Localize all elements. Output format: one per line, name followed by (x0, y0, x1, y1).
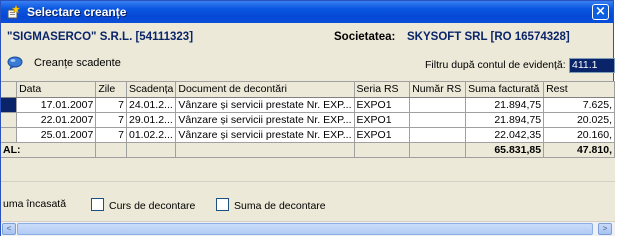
cell-numar-rs[interactable] (409, 112, 467, 128)
speech-bubble-icon[interactable] (7, 56, 23, 70)
cell-document[interactable]: Vânzare și servicii prestate Nr. EXP... (175, 112, 355, 128)
societatea-value: SKYSOFT SRL [RO 16574328] (407, 31, 570, 43)
filtru-cont-input[interactable]: 411.1 (569, 58, 615, 73)
creante-table: Data Zile Scadența Document de decontări… (1, 82, 615, 158)
cell-rest[interactable]: 20.025, (543, 112, 615, 128)
cell-zile[interactable]: 7 (95, 127, 127, 143)
chevron-right-icon: > (602, 224, 608, 233)
cell-rest[interactable]: 20.160, (543, 127, 615, 143)
cell-data[interactable]: 25.01.2007 (16, 127, 97, 143)
cell-seria-rs[interactable]: EXPO1 (354, 97, 411, 113)
col-header-suma-facturata[interactable]: Suma facturată (465, 82, 545, 98)
suma-incasata-label[interactable]: uma încasată (3, 198, 66, 210)
curs-decontare-checkbox[interactable] (91, 198, 104, 211)
filtru-label: Filtru după contul de evidență: (425, 59, 566, 71)
selectare-creante-window: Selectare creanțe × "SIGMASERCO" S.R.L. … (0, 0, 615, 236)
chevron-left-icon: < (6, 224, 12, 233)
row-indicator-selected[interactable] (1, 97, 18, 113)
client-name: "SIGMASERCO" S.R.L. [54111323] (7, 31, 194, 43)
cell-seria-rs[interactable]: EXPO1 (354, 112, 411, 128)
cell-scadenta[interactable]: 24.01.2... (126, 97, 177, 113)
cell-document[interactable]: Vânzare și servicii prestate Nr. EXP... (175, 97, 355, 113)
col-header-document[interactable]: Document de decontări (175, 82, 355, 98)
suma-decontare-checkbox[interactable] (216, 198, 229, 211)
close-button[interactable]: × (592, 4, 609, 20)
table-row[interactable]: 17.01.2007 7 24.01.2... Vânzare și servi… (1, 97, 615, 113)
options-panel: uma încasată Curs de decontare Suma de d… (1, 181, 615, 222)
col-header-data[interactable]: Data (16, 82, 97, 98)
total-label: AL: (1, 142, 97, 158)
table-row[interactable]: 22.01.2007 7 29.01.2... Vânzare și servi… (1, 112, 615, 128)
cell-data[interactable]: 22.01.2007 (16, 112, 97, 128)
scroll-right-button[interactable]: > (598, 223, 612, 235)
curs-decontare-label: Curs de decontare (109, 200, 196, 212)
toolbar-row: Creanțe scadente Filtru după contul de e… (1, 51, 615, 81)
table-row[interactable]: 25.01.2007 7 01.02.2... Vânzare și servi… (1, 127, 615, 143)
total-suma-facturata: 65.831,85 (465, 142, 545, 158)
row-indicator-header (1, 82, 18, 98)
cell-zile[interactable]: 7 (95, 97, 127, 113)
creante-grid[interactable]: Data Zile Scadența Document de decontări… (1, 81, 615, 182)
curs-decontare-option[interactable]: Curs de decontare (91, 198, 195, 212)
header-row-grid: Data Zile Scadența Document de decontări… (1, 82, 615, 98)
col-header-numar-rs[interactable]: Număr RS (409, 82, 467, 98)
col-header-seria-rs[interactable]: Seria RS (354, 82, 411, 98)
window-title: Selectare creanțe (27, 5, 127, 19)
suma-decontare-option[interactable]: Suma de decontare (216, 198, 326, 212)
cell-data[interactable]: 17.01.2007 (16, 97, 97, 113)
col-header-rest[interactable]: Rest (543, 82, 615, 98)
cell-numar-rs[interactable] (409, 97, 467, 113)
total-rest: 47.810, (543, 142, 615, 158)
cell-scadenta[interactable]: 29.01.2... (126, 112, 177, 128)
societatea-label: Societatea: (334, 31, 396, 43)
title-bar[interactable]: Selectare creanțe × (1, 1, 613, 23)
app-icon (7, 4, 21, 19)
col-header-scadenta[interactable]: Scadența (126, 82, 177, 98)
cell-numar-rs[interactable] (409, 127, 467, 143)
horizontal-scrollbar[interactable]: < > (1, 221, 615, 236)
suma-decontare-label: Suma de decontare (234, 200, 326, 212)
cell-document[interactable]: Vânzare și servicii prestate Nr. EXP... (175, 127, 355, 143)
header-row: "SIGMASERCO" S.R.L. [54111323] Societate… (1, 23, 613, 51)
close-icon: × (595, 4, 606, 19)
cell-zile[interactable]: 7 (95, 112, 127, 128)
row-indicator[interactable] (1, 112, 18, 128)
cell-suma-facturata[interactable]: 21.894,75 (465, 97, 545, 113)
scrollbar-thumb[interactable] (17, 223, 593, 235)
cell-seria-rs[interactable]: EXPO1 (354, 127, 411, 143)
scroll-left-button[interactable]: < (2, 223, 16, 235)
creante-scadente-label: Creanțe scadente (34, 57, 121, 69)
cell-scadenta[interactable]: 01.02.2... (126, 127, 177, 143)
cell-suma-facturata[interactable]: 21.894,75 (465, 112, 545, 128)
col-header-zile[interactable]: Zile (95, 82, 127, 98)
total-row: AL: 65.831,85 47.810, (1, 142, 615, 158)
cell-suma-facturata[interactable]: 22.042,35 (465, 127, 545, 143)
row-indicator[interactable] (1, 127, 18, 143)
cell-rest[interactable]: 7.625, (543, 97, 615, 113)
